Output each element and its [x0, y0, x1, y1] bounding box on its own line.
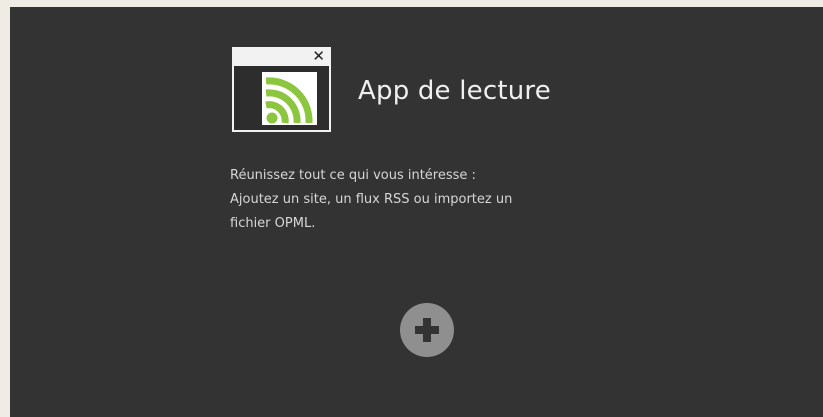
plus-icon-vertical — [423, 318, 431, 342]
rss-feed-svg — [265, 77, 313, 124]
add-feed-button[interactable] — [400, 303, 454, 357]
description-line-1: Réunissez tout ce qui vous intéresse : — [230, 168, 476, 183]
description-line-3: fichier OPML. — [230, 216, 316, 231]
rss-feed-icon — [262, 72, 317, 125]
app-title: App de lecture — [358, 75, 551, 106]
close-icon: ✕ — [312, 47, 325, 65]
app-header: ✕ App de lecture — [232, 47, 551, 132]
description-line-2: Ajoutez un site, un flux RSS ou importez… — [230, 192, 513, 207]
reader-app-panel: ✕ App de lecture Réunissez tout ce qui v… — [10, 7, 823, 417]
rss-dot — [266, 112, 278, 124]
icon-titlebar: ✕ — [234, 47, 329, 66]
app-description: Réunissez tout ce qui vous intéresse : A… — [230, 164, 610, 236]
app-window-icon: ✕ — [232, 47, 331, 132]
